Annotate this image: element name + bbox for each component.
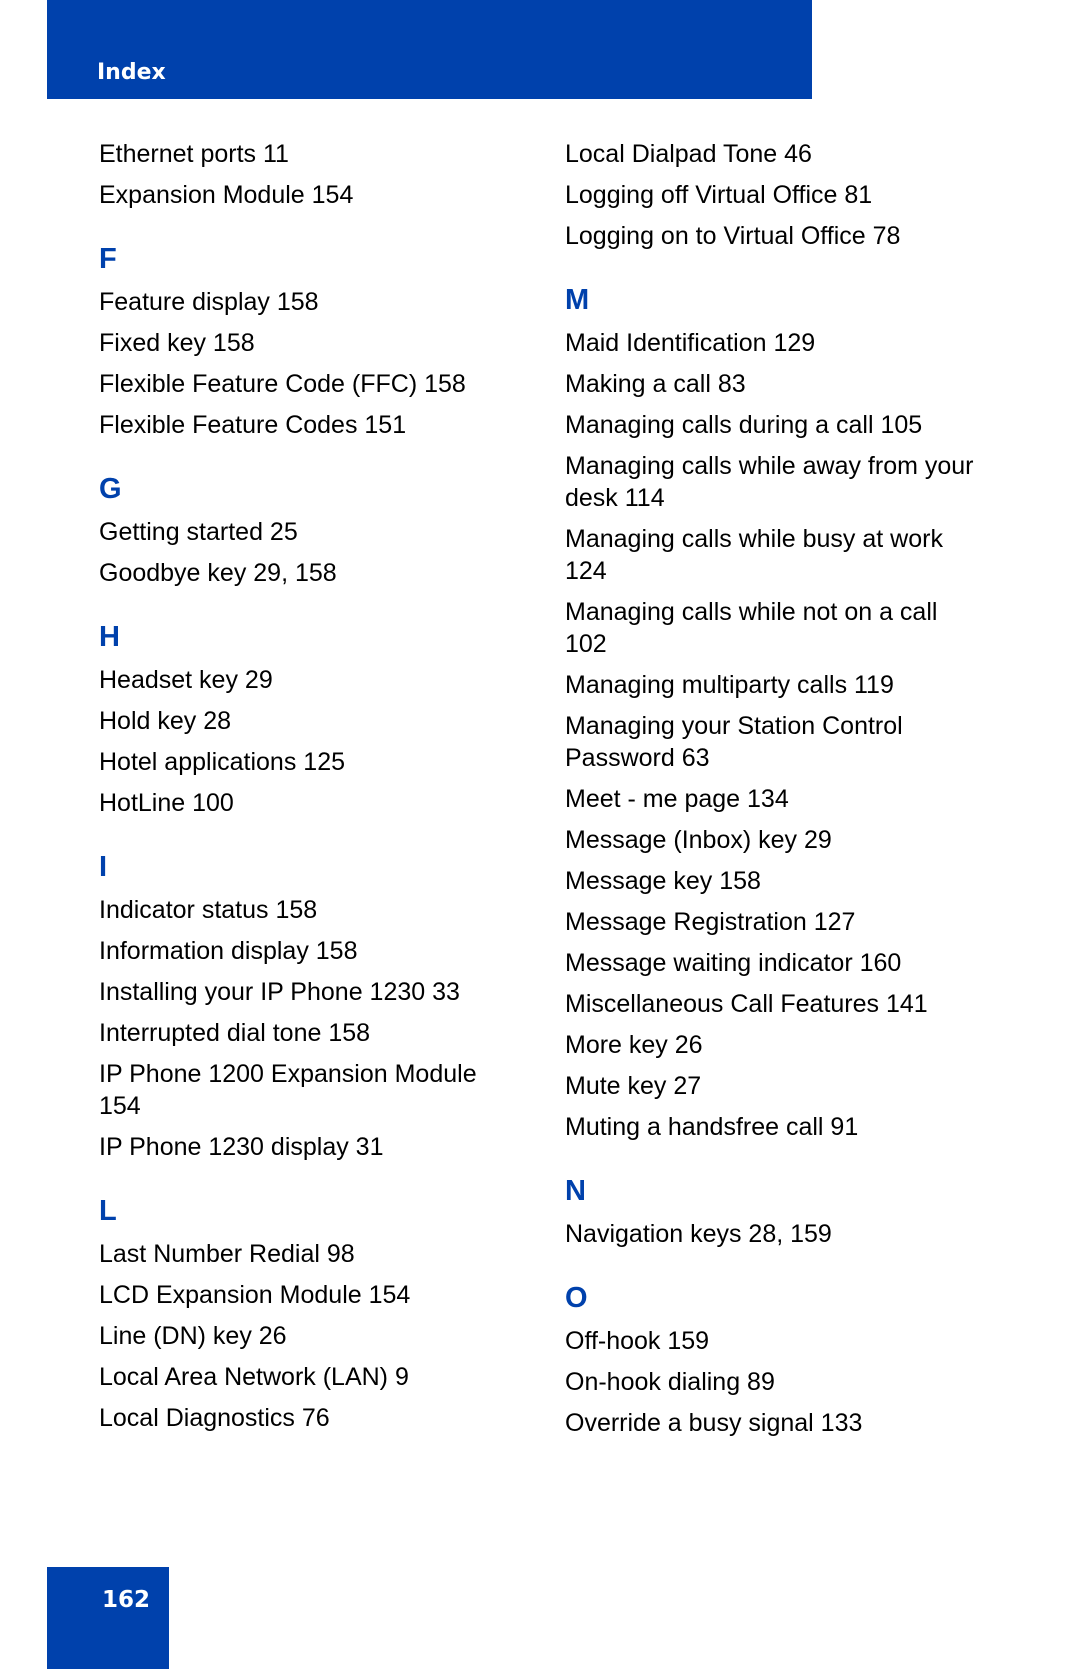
index-entry[interactable]: On-hook dialing 89 xyxy=(565,1366,985,1398)
index-letter-heading: G xyxy=(99,473,122,505)
index-entry[interactable]: Getting started 25 xyxy=(99,516,519,548)
index-entry[interactable]: Line (DN) key 26 xyxy=(99,1320,519,1352)
index-entry[interactable]: LCD Expansion Module 154 xyxy=(99,1279,519,1311)
index-entry[interactable]: Muting a handsfree call 91 xyxy=(565,1111,985,1143)
index-entry[interactable]: Managing calls while away from your desk… xyxy=(565,450,985,514)
header-bar: Index xyxy=(47,0,812,99)
index-entry[interactable]: IP Phone 1230 display 31 xyxy=(99,1131,519,1163)
index-entry[interactable]: Meet - me page 134 xyxy=(565,783,985,815)
index-entry[interactable]: Goodbye key 29, 158 xyxy=(99,557,519,589)
index-entry[interactable]: Interrupted dial tone 158 xyxy=(99,1017,519,1049)
index-letter-heading: I xyxy=(99,851,108,883)
index-entry[interactable]: HotLine 100 xyxy=(99,787,519,819)
index-letter-heading: F xyxy=(99,243,117,275)
index-entry[interactable]: Managing calls while not on a call 102 xyxy=(565,596,985,660)
index-entry[interactable]: Fixed key 158 xyxy=(99,327,519,359)
index-entry[interactable]: Making a call 83 xyxy=(565,368,985,400)
index-entry[interactable]: Installing your IP Phone 1230 33 xyxy=(99,976,519,1008)
index-entry[interactable]: Override a busy signal 133 xyxy=(565,1407,985,1439)
index-entry[interactable]: Message waiting indicator 160 xyxy=(565,947,985,979)
index-entry[interactable]: Managing calls while busy at work 124 xyxy=(565,523,985,587)
index-entry[interactable]: Flexible Feature Code (FFC) 158 xyxy=(99,368,519,400)
page-number: 162 xyxy=(101,1587,150,1613)
index-entry[interactable]: Maid Identification 129 xyxy=(565,327,985,359)
page-number-badge: 162 xyxy=(47,1567,169,1669)
index-entry[interactable]: Indicator status 158 xyxy=(99,894,519,926)
index-entry[interactable]: Managing your Station Control Password 6… xyxy=(565,710,985,774)
index-entry[interactable]: IP Phone 1200 Expansion Module 154 xyxy=(99,1058,519,1122)
index-entry[interactable]: Logging off Virtual Office 81 xyxy=(565,179,985,211)
index-entry[interactable]: Local Dialpad Tone 46 xyxy=(565,138,985,170)
index-entry[interactable]: Hotel applications 125 xyxy=(99,746,519,778)
index-entry[interactable]: Feature display 158 xyxy=(99,286,519,318)
section-title: Index xyxy=(97,60,166,85)
index-entry[interactable]: Last Number Redial 98 xyxy=(99,1238,519,1270)
index-entry[interactable]: Message Registration 127 xyxy=(565,906,985,938)
index-entry[interactable]: Local Diagnostics 76 xyxy=(99,1402,519,1434)
index-entry[interactable]: More key 26 xyxy=(565,1029,985,1061)
index-entry[interactable]: Hold key 28 xyxy=(99,705,519,737)
index-entry[interactable]: Information display 158 xyxy=(99,935,519,967)
index-entry[interactable]: Message key 158 xyxy=(565,865,985,897)
index-column-left: Ethernet ports 11 Expansion Module 154 F Fe… xyxy=(99,138,519,1443)
index-entry[interactable]: Managing multiparty calls 119 xyxy=(565,669,985,701)
index-entry[interactable]: Message (Inbox) key 29 xyxy=(565,824,985,856)
index-entry[interactable]: Expansion Module 154 xyxy=(99,179,519,211)
index-entry[interactable]: Local Area Network (LAN) 9 xyxy=(99,1361,519,1393)
index-letter-heading: M xyxy=(565,284,590,316)
index-entry[interactable]: Flexible Feature Codes 151 xyxy=(99,409,519,441)
index-entry[interactable]: Navigation keys 28, 159 xyxy=(565,1218,985,1250)
index-column-right: Local Dialpad Tone 46 Logging off Virtual… xyxy=(565,138,985,1448)
index-entry[interactable]: Headset key 29 xyxy=(99,664,519,696)
index-entry[interactable]: Managing calls during a call 105 xyxy=(565,409,985,441)
index-letter-heading: O xyxy=(565,1282,588,1314)
index-letter-heading: N xyxy=(565,1175,586,1207)
index-entry[interactable]: Mute key 27 xyxy=(565,1070,985,1102)
index-entry[interactable]: Miscellaneous Call Features 141 xyxy=(565,988,985,1020)
index-entry[interactable]: Off-hook 159 xyxy=(565,1325,985,1357)
index-entry[interactable]: Ethernet ports 11 xyxy=(99,138,519,170)
index-letter-heading: L xyxy=(99,1195,117,1227)
index-entry[interactable]: Logging on to Virtual Office 78 xyxy=(565,220,985,252)
index-letter-heading: H xyxy=(99,621,120,653)
